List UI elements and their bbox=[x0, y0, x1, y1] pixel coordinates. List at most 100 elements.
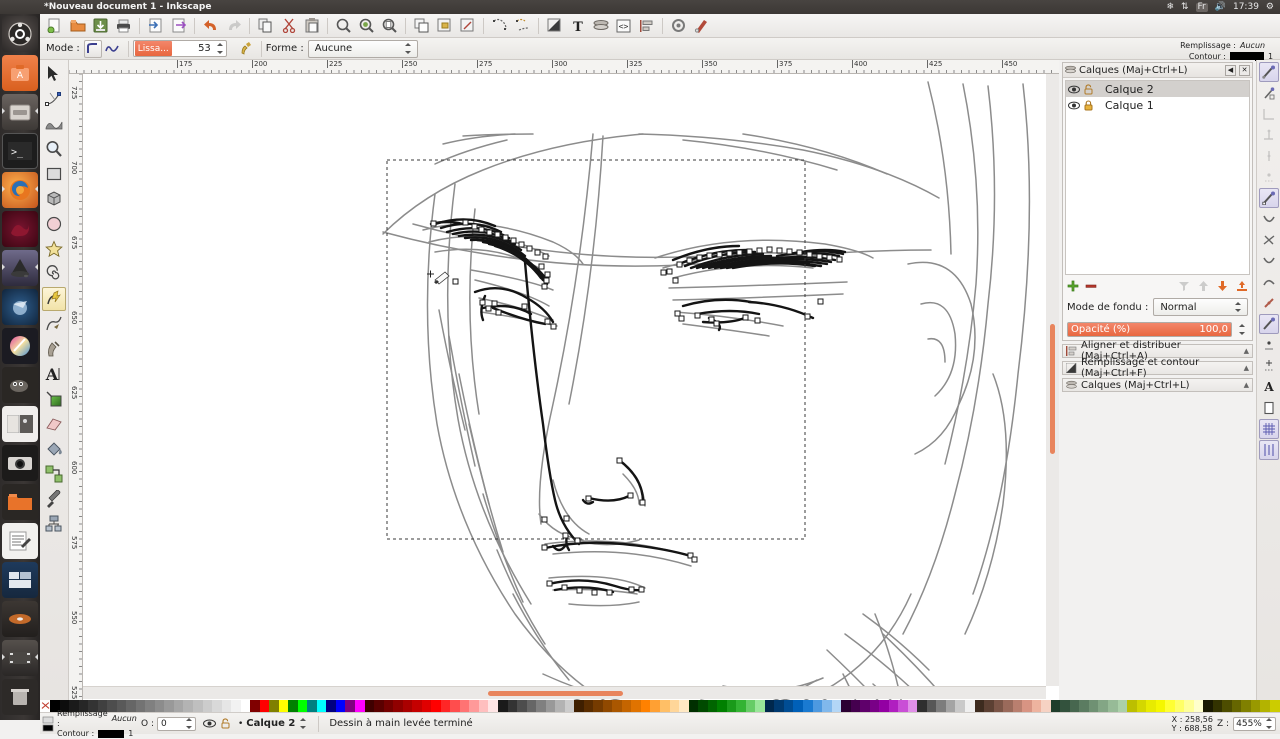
paintbucket-tool[interactable] bbox=[42, 437, 66, 461]
palette-color-swatch[interactable] bbox=[307, 700, 317, 712]
mypaint-icon[interactable] bbox=[2, 328, 38, 364]
diagram-tool[interactable] bbox=[42, 512, 66, 536]
snap-cusp-nodes-toggle[interactable] bbox=[1259, 251, 1279, 271]
layer-row[interactable]: Calque 1 bbox=[1066, 97, 1249, 113]
canvas-svg[interactable] bbox=[83, 74, 1059, 700]
layer-visibility-icon[interactable] bbox=[1068, 85, 1080, 94]
unlink-clone-button[interactable] bbox=[457, 15, 478, 36]
snap-smooth-nodes-toggle[interactable] bbox=[1259, 272, 1279, 292]
palette-color-swatch[interactable] bbox=[497, 700, 508, 712]
disc-icon[interactable] bbox=[2, 601, 38, 637]
layer-row[interactable]: Calque 2 bbox=[1066, 81, 1249, 97]
palette-color-swatch[interactable] bbox=[602, 700, 613, 712]
opacity-stepper[interactable] bbox=[1237, 322, 1247, 337]
keyboard-layout-icon[interactable]: Fr bbox=[1195, 2, 1208, 12]
palette-color-swatch[interactable] bbox=[669, 700, 680, 712]
palette-color-swatch[interactable] bbox=[707, 700, 718, 712]
files-icon[interactable] bbox=[2, 94, 38, 130]
palette-color-swatch[interactable] bbox=[1041, 700, 1051, 712]
palette-color-swatch[interactable] bbox=[688, 700, 699, 712]
layer-name[interactable]: Calque 2 bbox=[1105, 83, 1154, 96]
paste-button[interactable] bbox=[301, 15, 322, 36]
palette-color-swatch[interactable] bbox=[135, 700, 146, 712]
status-opacity-spinner[interactable]: 0 bbox=[156, 716, 196, 731]
enable-snapping-toggle[interactable] bbox=[1258, 62, 1279, 82]
inkscape-icon[interactable] bbox=[2, 250, 38, 286]
palette-color-swatch[interactable] bbox=[564, 700, 575, 712]
snap-page-border-toggle[interactable] bbox=[1259, 398, 1279, 418]
snap-bbox-edge-midpoints-toggle[interactable] bbox=[1259, 146, 1279, 166]
snap-paths-toggle[interactable] bbox=[1259, 209, 1279, 229]
no-color-swatch[interactable] bbox=[40, 700, 50, 712]
palette-color-swatch[interactable] bbox=[259, 700, 270, 712]
palette-color-swatch[interactable] bbox=[1165, 700, 1175, 712]
rectangle-tool[interactable] bbox=[42, 162, 66, 186]
gimp-icon[interactable] bbox=[2, 367, 38, 403]
palette-color-swatch[interactable] bbox=[879, 700, 889, 712]
video-icon[interactable] bbox=[2, 640, 38, 676]
palette-color-swatch[interactable] bbox=[316, 700, 327, 712]
preferences-button[interactable] bbox=[668, 15, 689, 36]
palette-color-swatch[interactable] bbox=[459, 700, 470, 712]
node-tool[interactable] bbox=[42, 87, 66, 111]
palette-color-swatch[interactable] bbox=[469, 700, 479, 712]
palette-color-swatch[interactable] bbox=[1184, 700, 1194, 712]
software-center-icon[interactable]: A bbox=[2, 55, 38, 91]
palette-color-swatch[interactable] bbox=[717, 700, 727, 712]
snap-line-midpoints-toggle[interactable] bbox=[1259, 293, 1279, 313]
gradient-tool[interactable] bbox=[42, 387, 66, 411]
palette-color-swatch[interactable] bbox=[517, 700, 527, 712]
layers-dialog[interactable]: Calques (Maj+Ctrl+L) ▲ bbox=[1062, 378, 1253, 392]
palette-color-swatch[interactable] bbox=[1155, 700, 1166, 712]
palette-color-swatch[interactable] bbox=[841, 700, 851, 712]
palette-color-swatch[interactable] bbox=[374, 700, 384, 712]
palette-color-swatch[interactable] bbox=[1250, 700, 1261, 712]
clock[interactable]: 17:39 bbox=[1233, 2, 1259, 12]
ellipse-tool[interactable] bbox=[42, 212, 66, 236]
ubuntu-dash-icon[interactable] bbox=[2, 16, 38, 52]
snap-others-toggle[interactable] bbox=[1258, 314, 1279, 334]
shape-dropdown[interactable]: Aucune bbox=[307, 39, 418, 58]
pencil-tool[interactable] bbox=[42, 287, 66, 311]
raise-layer-button[interactable] bbox=[1198, 280, 1209, 292]
color-palette[interactable] bbox=[40, 700, 1280, 712]
palette-color-swatch[interactable] bbox=[926, 700, 937, 712]
palette-color-swatch[interactable] bbox=[212, 700, 222, 712]
palette-color-swatch[interactable] bbox=[1203, 700, 1213, 712]
krita-icon[interactable] bbox=[2, 211, 38, 247]
palette-color-swatch[interactable] bbox=[984, 700, 994, 712]
document-properties-button[interactable] bbox=[691, 15, 712, 36]
palette-color-swatch[interactable] bbox=[154, 700, 165, 712]
palette-color-swatch[interactable] bbox=[488, 700, 498, 712]
palette-color-swatch[interactable] bbox=[869, 700, 880, 712]
palette-color-swatch[interactable] bbox=[593, 700, 603, 712]
palette-color-swatch[interactable] bbox=[1212, 700, 1223, 712]
palette-color-swatch[interactable] bbox=[173, 700, 184, 712]
import-button[interactable] bbox=[145, 15, 166, 36]
layer-lock-icon[interactable] bbox=[1084, 99, 1093, 111]
smoothing-value[interactable]: 53 bbox=[173, 43, 215, 54]
camera-icon[interactable] bbox=[2, 445, 38, 481]
palette-color-swatch[interactable] bbox=[545, 700, 556, 712]
palette-color-swatch[interactable] bbox=[736, 700, 746, 712]
palette-color-swatch[interactable] bbox=[974, 700, 985, 712]
vertical-scrollbar[interactable] bbox=[1046, 74, 1059, 686]
palette-color-swatch[interactable] bbox=[555, 700, 565, 712]
snap-nodes-toggle[interactable] bbox=[1258, 188, 1279, 208]
palette-color-swatch[interactable] bbox=[1270, 700, 1280, 712]
palette-color-swatch[interactable] bbox=[536, 700, 546, 712]
snap-text-baseline-toggle[interactable]: A bbox=[1259, 377, 1279, 397]
palette-color-swatch[interactable] bbox=[812, 700, 823, 712]
terminal-icon[interactable]: >_ bbox=[2, 133, 38, 169]
status-opacity-stepper[interactable] bbox=[184, 716, 194, 731]
opacity-value[interactable]: 100,0 bbox=[1199, 324, 1228, 335]
palette-color-swatch[interactable] bbox=[278, 700, 289, 712]
palette-color-swatch[interactable] bbox=[202, 700, 213, 712]
duplicate-button[interactable] bbox=[411, 15, 432, 36]
text-tool-button[interactable]: T bbox=[567, 15, 588, 36]
palette-color-swatch[interactable] bbox=[907, 700, 918, 712]
fill-stroke-button[interactable] bbox=[544, 15, 565, 36]
pencil-mode-spiro-button[interactable] bbox=[104, 40, 122, 58]
align-distribute-dialog[interactable]: Aligner et distribuer (Maj+Ctrl+A) ▲ bbox=[1062, 340, 1253, 362]
print-document-button[interactable] bbox=[113, 15, 134, 36]
